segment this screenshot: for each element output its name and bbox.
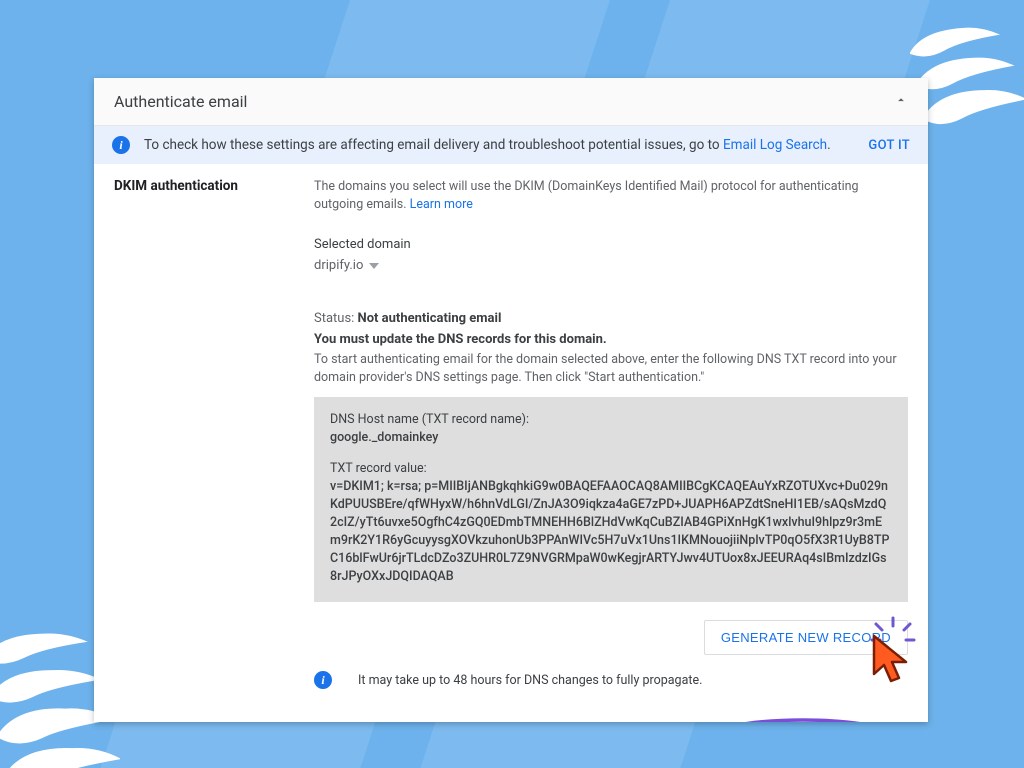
- dns-instructions: To start authenticating email for the do…: [314, 351, 908, 387]
- dismiss-got-it-button[interactable]: GOT IT: [868, 138, 910, 153]
- dns-update-warning: You must update the DNS records for this…: [314, 332, 908, 347]
- selected-domain-dropdown[interactable]: dripify.io: [314, 258, 908, 273]
- collapse-chevron-icon[interactable]: [894, 93, 908, 111]
- section-title: DKIM authentication: [114, 178, 314, 194]
- highlight-annotation-icon: [688, 715, 918, 722]
- dns-host-label: DNS Host name (TXT record name):: [330, 411, 892, 429]
- learn-more-link[interactable]: Learn more: [410, 197, 473, 212]
- selected-domain-label: Selected domain: [314, 237, 908, 252]
- info-banner: i To check how these settings are affect…: [94, 126, 928, 164]
- dns-record-block: DNS Host name (TXT record name): google.…: [314, 397, 908, 602]
- dropdown-caret-icon: [369, 263, 379, 269]
- generate-new-record-button[interactable]: GENERATE NEW RECORD: [704, 620, 908, 655]
- section-description: The domains you select will use the DKIM…: [314, 178, 908, 213]
- settings-card: Authenticate email i To check how these …: [94, 78, 928, 722]
- card-title: Authenticate email: [114, 92, 247, 111]
- info-icon: i: [112, 136, 130, 154]
- email-log-search-link[interactable]: Email Log Search: [723, 137, 827, 153]
- dns-host-value: google._domainkey: [330, 429, 892, 447]
- txt-record-label: TXT record value:: [330, 460, 892, 478]
- txt-record-value: v=DKIM1; k=rsa; p=MIIBIjANBgkqhkiG9w0BAQ…: [330, 478, 892, 587]
- status-line: Status: Not authenticating email: [314, 311, 908, 326]
- selected-domain-value: dripify.io: [314, 258, 363, 273]
- card-header[interactable]: Authenticate email: [94, 78, 928, 126]
- propagation-note: i It may take up to 48 hours for DNS cha…: [314, 671, 908, 689]
- info-icon: i: [314, 671, 332, 689]
- info-banner-text: To check how these settings are affectin…: [144, 137, 848, 153]
